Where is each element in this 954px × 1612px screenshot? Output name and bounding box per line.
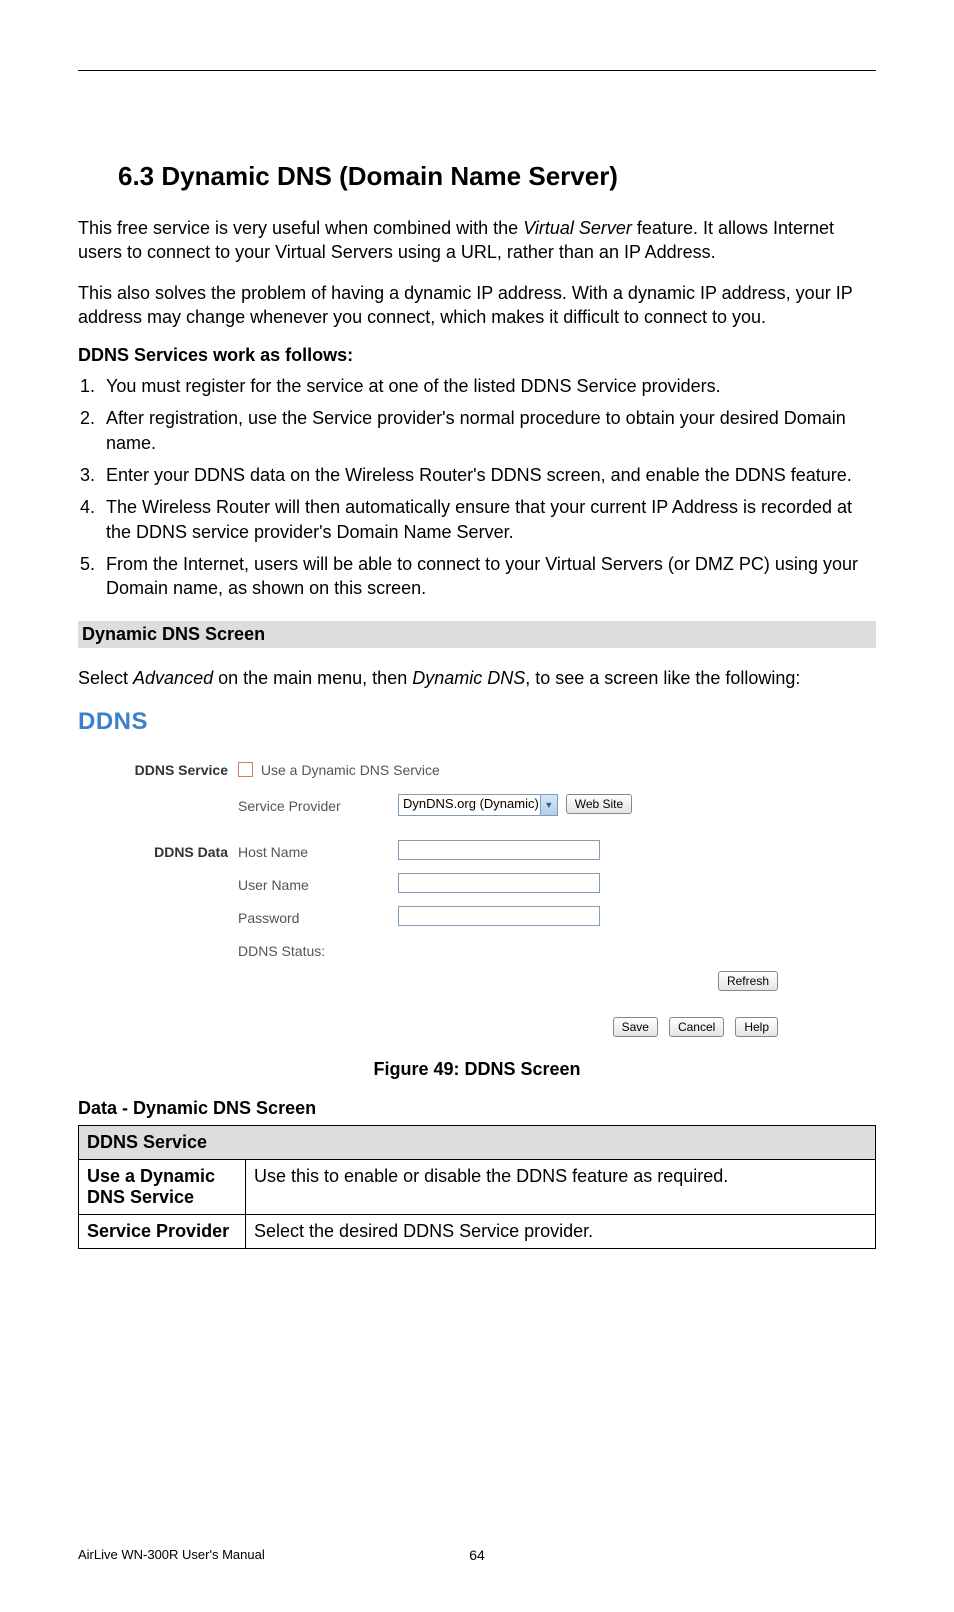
footer-manual-title: AirLive WN-300R User's Manual [78, 1547, 265, 1562]
use-ddns-checkbox[interactable] [238, 762, 253, 777]
ddns-title: DDNS [78, 708, 778, 736]
cancel-button[interactable]: Cancel [669, 1017, 724, 1037]
section-heading: 6.3 Dynamic DNS (Domain Name Server) [118, 161, 876, 192]
table-section-row: DDNS Service [79, 1125, 876, 1159]
user-name-label: User Name [238, 873, 398, 893]
virtual-server-emph: Virtual Server [523, 218, 632, 238]
figure-caption: Figure 49: DDNS Screen [78, 1059, 876, 1080]
intro-para-1: This free service is very useful when co… [78, 216, 876, 265]
list-item: After registration, use the Service prov… [100, 406, 876, 455]
use-ddns-checkbox-label: Use a Dynamic DNS Service [261, 762, 440, 778]
table-row: Use a Dynamic DNS Service Use this to en… [79, 1159, 876, 1214]
save-button[interactable]: Save [613, 1017, 658, 1037]
text: This free service is very useful when co… [78, 218, 523, 238]
steps-list: You must register for the service at one… [78, 374, 876, 600]
text: on the main menu, then [213, 668, 412, 688]
password-label: Password [238, 906, 398, 926]
host-name-input[interactable] [398, 840, 600, 860]
table-row: Service Provider Select the desired DDNS… [79, 1214, 876, 1248]
table-desc-cell: Select the desired DDNS Service provider… [246, 1214, 876, 1248]
user-name-input[interactable] [398, 873, 600, 893]
ddns-screenshot: DDNS DDNS Service Use a Dynamic DNS Serv… [78, 708, 778, 1037]
text: , to see a screen like the following: [525, 668, 800, 688]
text-emph: Dynamic DNS [412, 668, 525, 688]
ddns-service-label: DDNS Service [78, 758, 238, 778]
table-label-cell: Service Provider [79, 1214, 246, 1248]
page-number: 64 [469, 1547, 485, 1563]
list-item: You must register for the service at one… [100, 374, 876, 398]
ddns-data-label: DDNS Data [78, 840, 238, 860]
ddns-works-heading: DDNS Services work as follows: [78, 345, 876, 366]
ddns-status-label: DDNS Status: [238, 939, 398, 959]
chevron-down-icon: ▼ [540, 795, 557, 815]
service-provider-select[interactable]: DynDNS.org (Dynamic) ▼ [398, 794, 558, 816]
host-name-label: Host Name [238, 840, 398, 860]
text-emph: Advanced [133, 668, 213, 688]
text: Select [78, 668, 133, 688]
select-value: DynDNS.org (Dynamic) [403, 796, 539, 811]
web-site-button[interactable]: Web Site [566, 794, 632, 814]
refresh-button[interactable]: Refresh [718, 971, 778, 991]
password-input[interactable] [398, 906, 600, 926]
list-item: From the Internet, users will be able to… [100, 552, 876, 601]
list-item: The Wireless Router will then automatica… [100, 495, 876, 544]
table-label-cell: Use a Dynamic DNS Service [79, 1159, 246, 1214]
data-table: DDNS Service Use a Dynamic DNS Service U… [78, 1125, 876, 1249]
data-table-heading: Data - Dynamic DNS Screen [78, 1098, 876, 1119]
service-provider-label: Service Provider [238, 794, 398, 814]
table-section-cell: DDNS Service [79, 1125, 876, 1159]
table-desc-cell: Use this to enable or disable the DDNS f… [246, 1159, 876, 1214]
top-rule [78, 70, 876, 71]
intro-para-2: This also solves the problem of having a… [78, 281, 876, 330]
select-advanced-para: Select Advanced on the main menu, then D… [78, 666, 876, 690]
help-button[interactable]: Help [735, 1017, 778, 1037]
dynamic-dns-screen-subhead: Dynamic DNS Screen [78, 621, 876, 648]
list-item: Enter your DDNS data on the Wireless Rou… [100, 463, 876, 487]
page-footer: AirLive WN-300R User's Manual 64 [78, 1547, 876, 1562]
